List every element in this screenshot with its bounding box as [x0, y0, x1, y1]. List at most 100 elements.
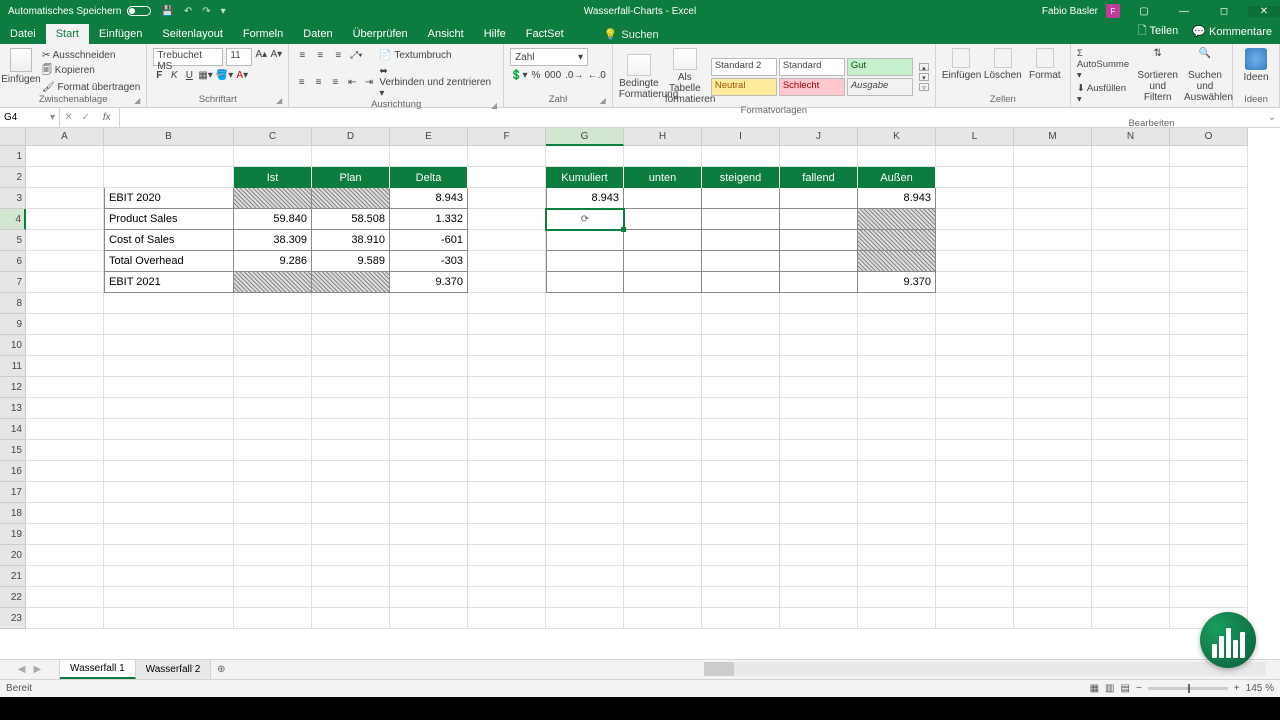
cell-N17[interactable] — [1092, 482, 1170, 503]
zoom-in-icon[interactable]: + — [1234, 683, 1240, 694]
fill-color-button[interactable]: 🪣▾ — [216, 70, 233, 86]
cell-A17[interactable] — [26, 482, 104, 503]
cell-L11[interactable] — [936, 356, 1014, 377]
styles-more-icon[interactable]: ▴▾▿ — [919, 63, 929, 91]
cell-M1[interactable] — [1014, 146, 1092, 167]
font-color-button[interactable]: A▾ — [236, 70, 248, 86]
cell-K23[interactable] — [858, 608, 936, 629]
cell-L12[interactable] — [936, 377, 1014, 398]
cell-G12[interactable] — [546, 377, 624, 398]
cell-N8[interactable] — [1092, 293, 1170, 314]
cell-O12[interactable] — [1170, 377, 1248, 398]
cell-K22[interactable] — [858, 587, 936, 608]
cell-K8[interactable] — [858, 293, 936, 314]
cell-H6[interactable] — [624, 251, 702, 272]
cell-G3[interactable]: 8.943 — [546, 188, 624, 209]
cell-E6[interactable]: -303 — [390, 251, 468, 272]
cell-F4[interactable] — [468, 209, 546, 230]
cell-F3[interactable] — [468, 188, 546, 209]
cell-D15[interactable] — [312, 440, 390, 461]
indent-increase-icon[interactable]: ⇥ — [363, 76, 376, 90]
cell-C17[interactable] — [234, 482, 312, 503]
cell-J18[interactable] — [780, 503, 858, 524]
undo-icon[interactable]: ↶ — [184, 6, 192, 17]
cut-button[interactable]: ✂ Ausschneiden — [42, 50, 140, 61]
decrease-decimal-icon[interactable]: ←.0 — [587, 70, 605, 81]
share-button[interactable]: 🗋 Teilen — [1138, 22, 1178, 41]
cell-A1[interactable] — [26, 146, 104, 167]
number-format-select[interactable]: Zahl▾ — [510, 48, 588, 66]
cell-I17[interactable] — [702, 482, 780, 503]
col-header-M[interactable]: M — [1014, 128, 1092, 146]
select-all-corner[interactable] — [0, 128, 26, 146]
cell-M22[interactable] — [1014, 587, 1092, 608]
col-header-K[interactable]: K — [858, 128, 936, 146]
cell-H10[interactable] — [624, 335, 702, 356]
cell-M11[interactable] — [1014, 356, 1092, 377]
cell-O6[interactable] — [1170, 251, 1248, 272]
cell-C23[interactable] — [234, 608, 312, 629]
cell-C11[interactable] — [234, 356, 312, 377]
cell-A16[interactable] — [26, 461, 104, 482]
cell-J23[interactable] — [780, 608, 858, 629]
tell-me-search[interactable]: 💡 Suchen — [604, 28, 659, 44]
cell-I4[interactable] — [702, 209, 780, 230]
cell-G2[interactable]: Kumuliert — [546, 167, 624, 188]
col-header-O[interactable]: O — [1170, 128, 1248, 146]
cell-K20[interactable] — [858, 545, 936, 566]
cell-F9[interactable] — [468, 314, 546, 335]
cell-M2[interactable] — [1014, 167, 1092, 188]
row-header-5[interactable]: 5 — [0, 230, 26, 251]
cell-D23[interactable] — [312, 608, 390, 629]
sheet-nav-next-icon[interactable]: ▶ — [34, 664, 42, 675]
percent-icon[interactable]: % — [532, 70, 541, 81]
cell-F21[interactable] — [468, 566, 546, 587]
align-left-icon[interactable]: ≡ — [295, 76, 308, 90]
row-header-10[interactable]: 10 — [0, 335, 26, 356]
cell-G10[interactable] — [546, 335, 624, 356]
cell-J7[interactable] — [780, 272, 858, 293]
indent-decrease-icon[interactable]: ⇤ — [346, 76, 359, 90]
cell-B5[interactable]: Cost of Sales — [104, 230, 234, 251]
ribbon-options-icon[interactable]: ▢ — [1128, 6, 1160, 17]
cell-J20[interactable] — [780, 545, 858, 566]
cell-F16[interactable] — [468, 461, 546, 482]
cell-F12[interactable] — [468, 377, 546, 398]
cell-O7[interactable] — [1170, 272, 1248, 293]
zoom-slider[interactable] — [1148, 687, 1228, 690]
cell-L14[interactable] — [936, 419, 1014, 440]
cell-L23[interactable] — [936, 608, 1014, 629]
cell-H18[interactable] — [624, 503, 702, 524]
cell-E11[interactable] — [390, 356, 468, 377]
merge-center-button[interactable]: ⬌ Verbinden und zentrieren ▾ — [379, 66, 497, 99]
cell-I9[interactable] — [702, 314, 780, 335]
cell-I2[interactable]: steigend — [702, 167, 780, 188]
cell-N9[interactable] — [1092, 314, 1170, 335]
cell-N20[interactable] — [1092, 545, 1170, 566]
decrease-font-icon[interactable]: A▾ — [270, 49, 282, 65]
cell-D17[interactable] — [312, 482, 390, 503]
col-header-J[interactable]: J — [780, 128, 858, 146]
cell-I8[interactable] — [702, 293, 780, 314]
cell-H13[interactable] — [624, 398, 702, 419]
row-header-7[interactable]: 7 — [0, 272, 26, 293]
cell-K16[interactable] — [858, 461, 936, 482]
cell-D16[interactable] — [312, 461, 390, 482]
cell-G21[interactable] — [546, 566, 624, 587]
cell-E5[interactable]: -601 — [390, 230, 468, 251]
cell-J2[interactable]: fallend — [780, 167, 858, 188]
cell-M7[interactable] — [1014, 272, 1092, 293]
cell-N1[interactable] — [1092, 146, 1170, 167]
cell-L1[interactable] — [936, 146, 1014, 167]
row-header-17[interactable]: 17 — [0, 482, 26, 503]
cell-L7[interactable] — [936, 272, 1014, 293]
cell-J15[interactable] — [780, 440, 858, 461]
cell-E1[interactable] — [390, 146, 468, 167]
cell-I15[interactable] — [702, 440, 780, 461]
clipboard-launcher-icon[interactable]: ◢ — [134, 96, 140, 105]
cell-I1[interactable] — [702, 146, 780, 167]
cell-N21[interactable] — [1092, 566, 1170, 587]
user-avatar[interactable]: F — [1106, 4, 1120, 18]
cell-A22[interactable] — [26, 587, 104, 608]
align-right-icon[interactable]: ≡ — [329, 76, 342, 90]
